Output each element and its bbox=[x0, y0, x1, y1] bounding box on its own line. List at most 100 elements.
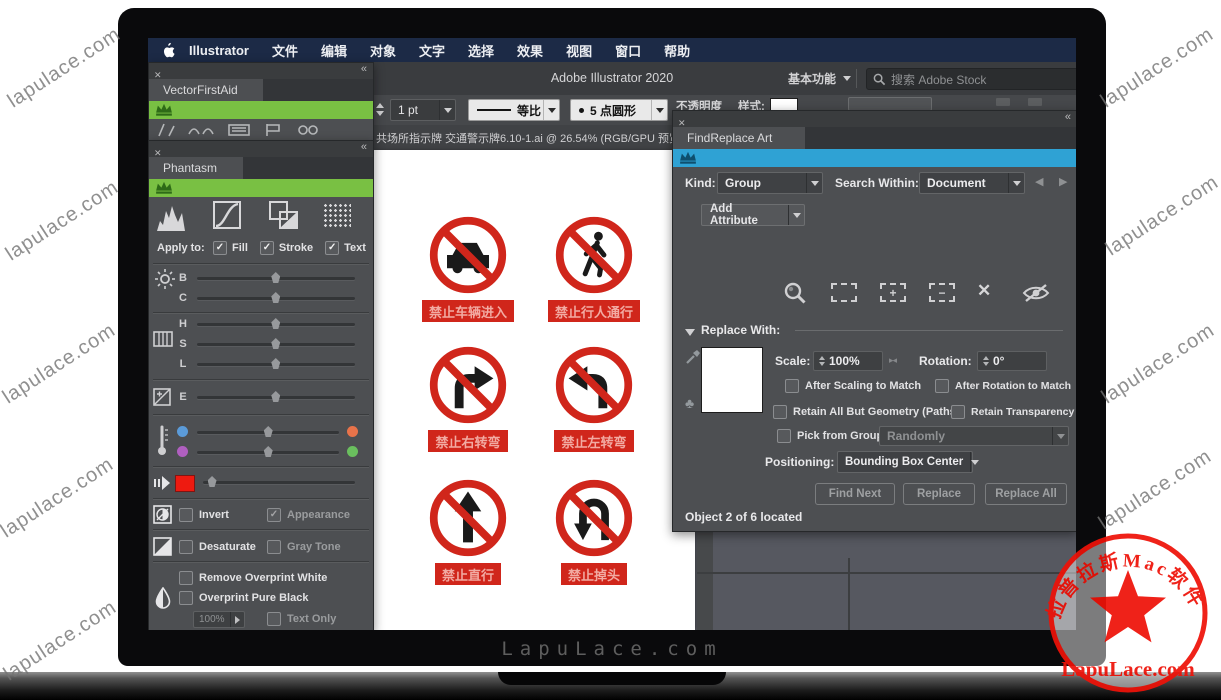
collapse-icon[interactable] bbox=[1065, 111, 1071, 123]
collapse-icon[interactable] bbox=[361, 63, 367, 75]
menu-item-view[interactable]: 视图 bbox=[566, 41, 592, 60]
gray-tone-checkbox[interactable] bbox=[267, 540, 281, 554]
retain-transparency-checkbox[interactable] bbox=[951, 405, 965, 419]
after-scaling-checkbox[interactable] bbox=[785, 379, 799, 393]
fill-checkbox[interactable] bbox=[213, 241, 227, 255]
menu-item-file[interactable]: 文件 bbox=[272, 41, 298, 60]
overprint-pure-black-checkbox[interactable] bbox=[179, 591, 193, 605]
select-icon[interactable] bbox=[831, 283, 857, 302]
replace-button[interactable]: Replace bbox=[903, 483, 975, 505]
vectorfirstaid-tools-icons[interactable] bbox=[155, 122, 367, 138]
duotone-icon[interactable] bbox=[269, 201, 299, 229]
eyedropper-icon[interactable] bbox=[685, 349, 701, 370]
menu-item-object[interactable]: 对象 bbox=[370, 41, 396, 60]
stroke-weight-stepper[interactable] bbox=[376, 103, 384, 116]
desaturate-checkbox[interactable] bbox=[179, 540, 193, 554]
slider-thumb[interactable] bbox=[271, 272, 280, 283]
control-bar-icon[interactable] bbox=[996, 98, 1010, 106]
retain-geometry-checkbox[interactable] bbox=[773, 405, 787, 419]
hide-icon[interactable] bbox=[1021, 283, 1051, 308]
menu-app-name[interactable]: Illustrator bbox=[189, 43, 249, 58]
sign-no-right-turn[interactable]: 禁止右转弯 bbox=[420, 343, 516, 452]
link-scale-rotation-icon[interactable] bbox=[889, 355, 896, 366]
symbol-icon[interactable] bbox=[685, 395, 694, 411]
saturation-slider[interactable] bbox=[197, 343, 355, 346]
replace-swatch[interactable] bbox=[701, 347, 763, 413]
stroke-weight-field[interactable]: 1 pt bbox=[390, 99, 456, 121]
tint-amount-slider[interactable] bbox=[203, 481, 355, 484]
pick-from-group-checkbox[interactable] bbox=[777, 429, 791, 443]
lightness-slider[interactable] bbox=[197, 363, 355, 366]
menu-item-edit[interactable]: 编辑 bbox=[321, 41, 347, 60]
slider-thumb[interactable] bbox=[208, 476, 217, 487]
apple-icon[interactable] bbox=[162, 42, 175, 58]
slider-thumb[interactable] bbox=[271, 292, 280, 303]
add-attribute-button[interactable]: Add Attribute bbox=[701, 204, 805, 226]
replace-all-button[interactable]: Replace All bbox=[985, 483, 1067, 505]
slider-thumb[interactable] bbox=[271, 338, 280, 349]
menu-item-type[interactable]: 文字 bbox=[419, 41, 445, 60]
hue-slider[interactable] bbox=[197, 323, 355, 326]
previous-icon[interactable] bbox=[1035, 175, 1043, 188]
menu-item-select[interactable]: 选择 bbox=[468, 41, 494, 60]
pick-mode-dropdown[interactable]: Randomly bbox=[879, 426, 1069, 446]
text-only-checkbox[interactable] bbox=[267, 612, 281, 626]
control-bar-icon[interactable] bbox=[1028, 98, 1042, 106]
stepper-arrows-icon[interactable] bbox=[983, 356, 989, 366]
add-to-selection-icon[interactable]: + bbox=[880, 283, 906, 302]
temperature-slider[interactable] bbox=[197, 431, 339, 434]
chevron-down-icon[interactable] bbox=[543, 100, 559, 120]
remove-overprint-white-checkbox[interactable] bbox=[179, 571, 193, 585]
collapse-icon[interactable] bbox=[361, 141, 367, 153]
sign-no-pedestrians[interactable]: 禁止行人通行 bbox=[546, 213, 642, 322]
levels-icon[interactable] bbox=[157, 203, 187, 231]
control-bar-button[interactable] bbox=[848, 97, 932, 111]
slider-thumb[interactable] bbox=[271, 391, 280, 402]
menu-item-effect[interactable]: 效果 bbox=[517, 41, 543, 60]
next-icon[interactable] bbox=[1059, 175, 1067, 188]
appearance-checkbox[interactable] bbox=[267, 508, 281, 522]
invert-checkbox[interactable] bbox=[179, 508, 193, 522]
slider-thumb[interactable] bbox=[271, 318, 280, 329]
brightness-slider[interactable] bbox=[197, 277, 355, 280]
sign-no-vehicles[interactable]: 禁止车辆进入 bbox=[420, 213, 516, 322]
menu-item-window[interactable]: 窗口 bbox=[615, 41, 641, 60]
tab-phantasm[interactable]: Phantasm bbox=[149, 157, 243, 179]
search-within-dropdown[interactable]: Document bbox=[919, 172, 1025, 194]
curves-icon[interactable] bbox=[213, 201, 241, 229]
kind-dropdown[interactable]: Group bbox=[717, 172, 823, 194]
subtract-from-selection-icon[interactable]: − bbox=[929, 283, 955, 302]
stroke-profile-dropdown[interactable]: 等比 bbox=[468, 99, 560, 121]
tint-green-slider[interactable] bbox=[197, 451, 339, 454]
disclosure-triangle-icon[interactable] bbox=[685, 329, 695, 336]
chevron-down-icon[interactable] bbox=[651, 100, 667, 120]
find-next-button[interactable]: Find Next bbox=[815, 483, 895, 505]
contrast-slider[interactable] bbox=[197, 297, 355, 300]
find-zoom-icon[interactable] bbox=[783, 281, 807, 310]
text-checkbox[interactable] bbox=[325, 241, 339, 255]
slider-thumb[interactable] bbox=[271, 358, 280, 369]
rotation-stepper[interactable]: 0° bbox=[977, 351, 1047, 371]
slider-thumb[interactable] bbox=[264, 426, 273, 437]
tab-findreplace-art[interactable]: FindReplace Art bbox=[673, 127, 805, 149]
overprint-percent-dropdown[interactable]: 100% bbox=[193, 611, 245, 628]
sign-no-left-turn[interactable]: 禁止左转弯 bbox=[546, 343, 642, 452]
chevron-down-icon[interactable] bbox=[439, 100, 455, 120]
workspace-switcher[interactable]: 基本功能 bbox=[788, 69, 851, 88]
after-rotation-checkbox[interactable] bbox=[935, 379, 949, 393]
sign-no-straight[interactable]: 禁止直行 bbox=[420, 476, 516, 585]
document-tab[interactable]: 共场所指示牌 交通警示牌6.10-1.ai @ 26.54% (RGB/GPU … bbox=[372, 125, 705, 150]
tab-vectorfirstaid[interactable]: VectorFirstAid bbox=[149, 79, 263, 101]
halftone-icon[interactable] bbox=[323, 203, 351, 227]
deselect-icon[interactable] bbox=[977, 281, 991, 301]
menu-item-help[interactable]: 帮助 bbox=[664, 41, 690, 60]
sign-no-u-turn[interactable]: 禁止掉头 bbox=[546, 476, 642, 585]
scale-stepper[interactable]: 100% bbox=[813, 351, 883, 371]
stroke-checkbox[interactable] bbox=[260, 241, 274, 255]
tint-color-swatch[interactable] bbox=[175, 475, 195, 492]
stepper-arrows-icon[interactable] bbox=[819, 356, 825, 366]
slider-thumb[interactable] bbox=[264, 446, 273, 457]
brush-dropdown[interactable]: 5 点圆形 bbox=[570, 99, 668, 121]
stock-search-input[interactable]: 搜索 Adobe Stock bbox=[866, 68, 1076, 90]
exposure-slider[interactable] bbox=[197, 396, 355, 399]
